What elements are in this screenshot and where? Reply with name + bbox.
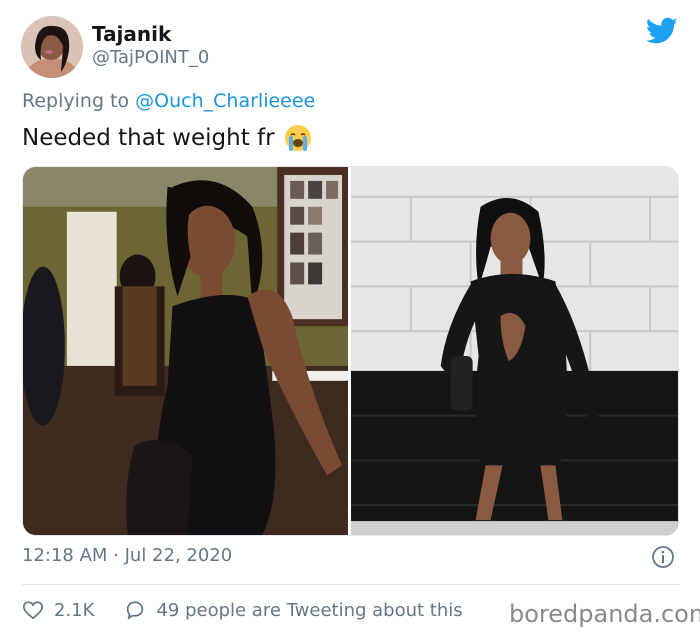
comment-bubble-icon bbox=[127, 601, 144, 620]
tweet-timestamp[interactable]: 12:18 AM · Jul 22, 2020 bbox=[22, 545, 232, 566]
tweet-text-content: Needed that weight fr bbox=[22, 125, 275, 151]
media-photo-2[interactable] bbox=[351, 167, 678, 535]
replying-to: Replying to @Ouch_Charlieeee bbox=[22, 90, 315, 112]
like-button[interactable]: 2.1K bbox=[22, 599, 94, 621]
tweet-media[interactable] bbox=[22, 166, 679, 536]
photo-image bbox=[23, 167, 348, 535]
reply-mention-link[interactable]: @Ouch_Charlieeee bbox=[135, 90, 315, 112]
watermark: boredpanda.com bbox=[509, 600, 700, 628]
author-handle[interactable]: @TajPOINT_0 bbox=[92, 47, 209, 68]
replying-to-prefix: Replying to bbox=[22, 90, 130, 112]
tweet-text: Needed that weight fr bbox=[22, 123, 313, 153]
conversation-text: 49 people are Tweeting about this bbox=[156, 599, 463, 621]
tweet-card: Tajanik @TajPOINT_0 Replying to @Ouch_Ch… bbox=[0, 0, 700, 638]
loudly-crying-face-emoji-icon bbox=[284, 125, 311, 151]
author-name[interactable]: Tajanik bbox=[92, 22, 171, 46]
divider bbox=[22, 584, 679, 585]
avatar[interactable] bbox=[21, 16, 83, 78]
photo-image bbox=[351, 167, 678, 535]
conversation-link[interactable]: 49 people are Tweeting about this bbox=[124, 599, 463, 621]
like-count: 2.1K bbox=[54, 599, 95, 621]
info-icon[interactable] bbox=[651, 545, 675, 569]
twitter-bird-icon[interactable] bbox=[646, 17, 678, 45]
heart-icon bbox=[22, 601, 44, 620]
media-photo-1[interactable] bbox=[23, 167, 348, 535]
avatar-image bbox=[21, 16, 83, 78]
tweet-actions: 2.1K 49 people are Tweeting about this bbox=[22, 596, 463, 624]
